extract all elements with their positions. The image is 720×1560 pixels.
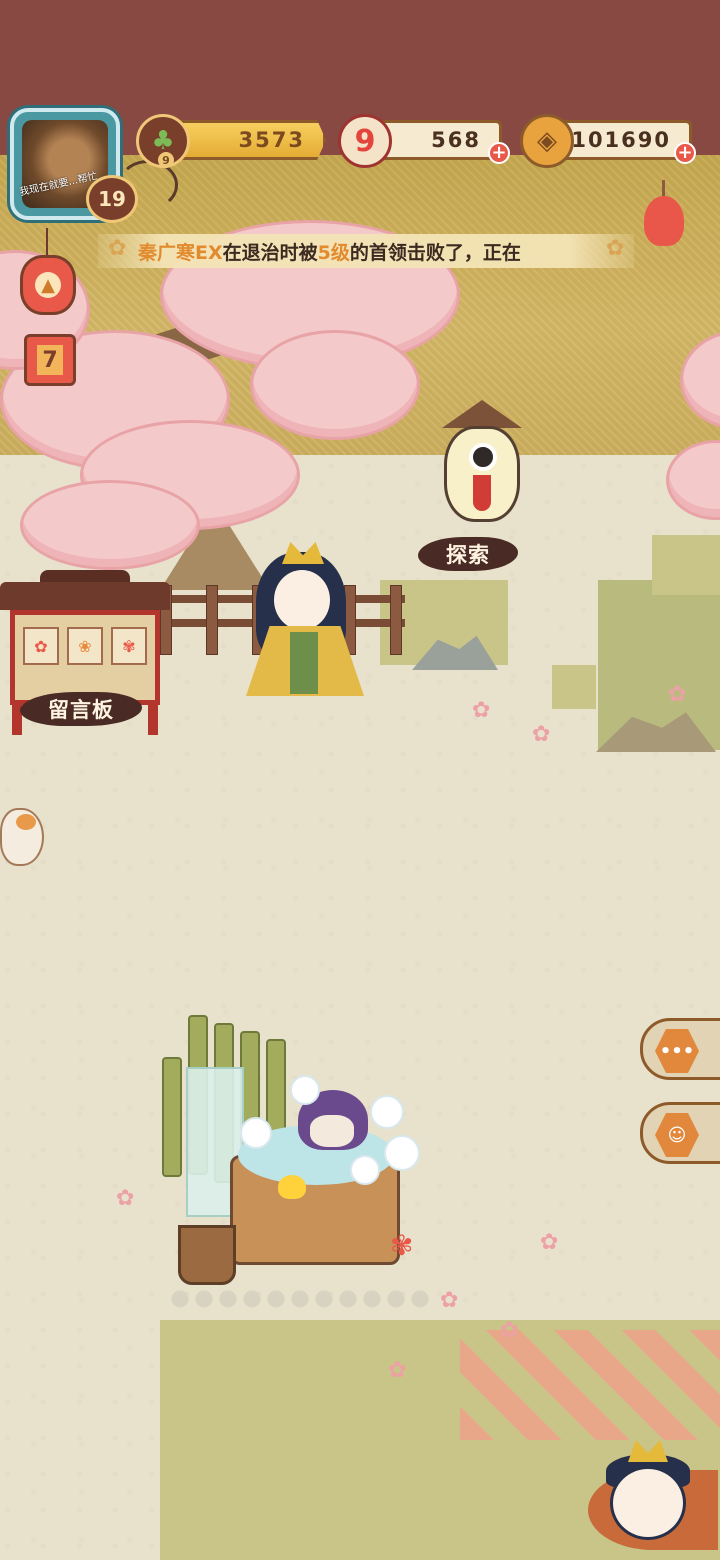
ticker-level: 5级	[317, 241, 350, 264]
chat-bubble-icon: •••	[655, 1029, 699, 1073]
ticker-player-name: 秦广寒EX	[138, 241, 223, 264]
lantern-tongue	[473, 475, 491, 511]
notice-card: ❀	[67, 627, 103, 665]
food-value: 568	[431, 128, 481, 152]
lantern-cord	[46, 228, 48, 256]
lantern-upgrade-icon[interactable]: ▲	[20, 255, 76, 315]
ticker-text-1: 在退治时被	[222, 241, 318, 264]
notice-card: ✿	[23, 627, 59, 665]
blossom-petal-icon: ✿	[388, 1358, 407, 1383]
stepping-stones	[170, 1287, 430, 1313]
red-flower-icon: ✾	[390, 1229, 414, 1262]
explore-button[interactable]: 探索	[418, 537, 518, 571]
koinobori-fish-icon[interactable]	[640, 180, 688, 250]
wooden-bucket	[178, 1225, 236, 1285]
chat-button[interactable]: •••	[640, 1018, 720, 1080]
sakura-foliage	[20, 480, 200, 570]
rubber-duck-icon	[278, 1175, 306, 1199]
shikigami-character[interactable]	[240, 540, 370, 710]
blossom-petal-icon: ✿	[500, 1318, 519, 1343]
blossom-petal-icon: ✿	[532, 722, 551, 747]
notice-card: ✾	[111, 627, 147, 665]
lantern-yokai-explore[interactable]	[432, 400, 542, 530]
grass-patch	[652, 535, 720, 595]
message-board-label[interactable]: 留言板	[20, 692, 142, 726]
grass-patch	[598, 580, 720, 750]
add-coin-button[interactable]: +	[674, 142, 696, 164]
calendar-day: 7	[37, 345, 63, 375]
blossom-petal-icon: ✿	[540, 1230, 559, 1255]
copper-coin-icon: ◈	[520, 114, 574, 168]
blossom-petal-icon: ✿	[472, 698, 491, 723]
player-level-badge: 19	[86, 175, 138, 223]
blossom-petal-icon: ✿	[668, 682, 687, 707]
shop-button[interactable]: ☺	[640, 1102, 720, 1164]
partner-portrait-button[interactable]	[588, 1440, 718, 1550]
ticker-flower-right-icon: ✿	[606, 236, 625, 261]
pine-sub-level: 9	[158, 152, 174, 168]
announcement-ticker: 秦广寒EX 在退治时被 5级 的首领击败了，正在	[98, 234, 634, 268]
coin-value: 101690	[571, 128, 671, 152]
checker-carpet	[460, 1330, 720, 1440]
blossom-petal-icon: ✿	[440, 1288, 459, 1313]
ticker-text-2: 的首领击败了，正在	[349, 241, 521, 264]
grass-patch	[552, 665, 596, 709]
calico-cat[interactable]	[0, 808, 44, 866]
sakura-foliage	[250, 330, 420, 440]
calendar-button[interactable]: 7	[24, 334, 76, 386]
add-food-button[interactable]: +	[488, 142, 510, 164]
shop-character-icon: ☺	[655, 1113, 699, 1157]
pine-value: 3573	[238, 128, 305, 152]
bath-tub-area[interactable]: ✾	[140, 1005, 440, 1315]
ticker-flower-left-icon: ✿	[108, 236, 127, 261]
onigiri-icon: 9	[338, 114, 392, 168]
lantern-eye	[469, 443, 497, 471]
up-arrow-icon: ▲	[35, 272, 61, 298]
blossom-petal-icon: ✿	[116, 1186, 135, 1211]
